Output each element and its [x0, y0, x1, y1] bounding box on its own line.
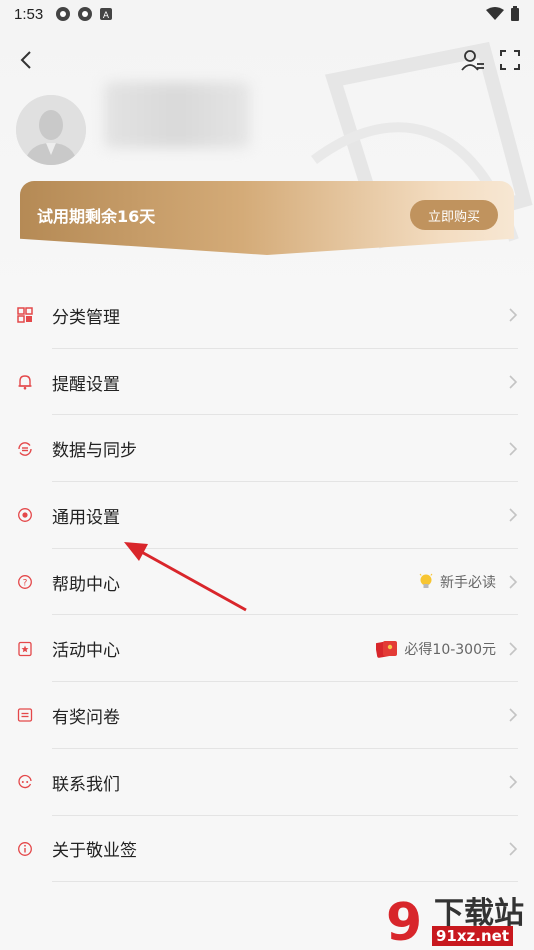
keyboard-icon: A: [100, 8, 113, 21]
svg-text:?: ?: [23, 579, 28, 589]
menu-item-label: 活动中心: [52, 641, 120, 662]
menu-item-label: 提醒设置: [52, 374, 120, 395]
user-list-icon: [461, 50, 484, 71]
activity-reward-text: 必得10-300元: [404, 641, 496, 658]
menu-item-activity-center[interactable]: 活动中心 必得10-300元: [0, 615, 534, 682]
menu-item-reward-survey[interactable]: 有奖问卷: [0, 682, 534, 749]
chevron-right-icon: [509, 375, 518, 389]
wifi-icon: [486, 7, 504, 20]
chevron-right-icon: [509, 442, 518, 456]
menu-item-label: 通用设置: [52, 507, 120, 528]
sync-icon: [16, 440, 34, 458]
beginner-guide-text: 新手必读: [440, 575, 496, 592]
bell-icon: [16, 373, 34, 391]
default-avatar-icon: [16, 95, 86, 165]
menu-item-label: 关于敬业签: [52, 841, 137, 862]
menu-item-data-sync[interactable]: 数据与同步: [0, 415, 534, 482]
menu-item-general-settings[interactable]: 通用设置: [0, 482, 534, 549]
survey-icon: [16, 706, 34, 724]
menu-item-label: 数据与同步: [52, 441, 137, 462]
account-switch-button[interactable]: [460, 48, 486, 72]
settings-menu: 分类管理 提醒设置 数据与同步 通用设置 ? 帮助中心 新手必读 活动中心 必得…: [0, 282, 534, 882]
info-icon: [16, 840, 34, 858]
menu-item-contact-us[interactable]: 联系我们: [0, 749, 534, 816]
chevron-right-icon: [509, 708, 518, 723]
avatar[interactable]: [16, 95, 86, 165]
trial-remaining-text: 试用期剩余16天: [37, 207, 156, 226]
chevron-right-icon: [509, 575, 518, 589]
username-blurred: [104, 82, 250, 148]
grid-icon: [16, 306, 34, 324]
back-arrow-icon: [20, 51, 31, 69]
chevron-right-icon: [509, 308, 518, 322]
lightbulb-icon: [418, 573, 434, 591]
activity-reward-hint: 必得10-300元: [376, 639, 496, 659]
menu-item-label: 帮助中心: [52, 574, 120, 595]
chevron-right-icon: [509, 508, 518, 522]
fullscreen-icon: [500, 50, 520, 70]
menu-item-category-management[interactable]: 分类管理: [0, 282, 534, 349]
beginner-guide-hint: 新手必读: [418, 572, 496, 592]
menu-item-label: 有奖问卷: [52, 707, 120, 728]
svg-text:9: 9: [386, 893, 422, 950]
battery-icon: [511, 6, 519, 21]
menu-item-label: 联系我们: [52, 774, 120, 795]
fullscreen-button[interactable]: [498, 48, 522, 72]
svg-text:A: A: [103, 11, 110, 21]
notification-icon: [56, 7, 71, 21]
watermark-site: 91xz.net: [432, 926, 514, 946]
chevron-right-icon: [509, 842, 518, 856]
activity-icon: [16, 640, 34, 658]
site-watermark: 9 下载站 91xz.net: [382, 888, 534, 950]
status-time: 1:53: [14, 5, 44, 23]
menu-item-about[interactable]: 关于敬业签: [0, 816, 534, 883]
chevron-right-icon: [509, 775, 518, 789]
help-icon: ?: [16, 573, 34, 591]
watermark-logo-icon: 9: [386, 893, 422, 950]
menu-item-label: 分类管理: [52, 307, 120, 328]
general-settings-icon: [16, 506, 34, 524]
notification-icon: [78, 7, 93, 21]
status-bar: 1:53 A: [0, 0, 534, 28]
red-envelope-icon: [376, 640, 398, 658]
menu-item-reminder-settings[interactable]: 提醒设置: [0, 349, 534, 416]
chevron-right-icon: [509, 642, 518, 656]
contact-icon: [16, 773, 34, 791]
back-button[interactable]: [14, 48, 38, 72]
buy-now-button[interactable]: 立即购买: [410, 200, 498, 230]
menu-item-help-center[interactable]: ? 帮助中心 新手必读: [0, 549, 534, 616]
header-background: [0, 0, 534, 300]
